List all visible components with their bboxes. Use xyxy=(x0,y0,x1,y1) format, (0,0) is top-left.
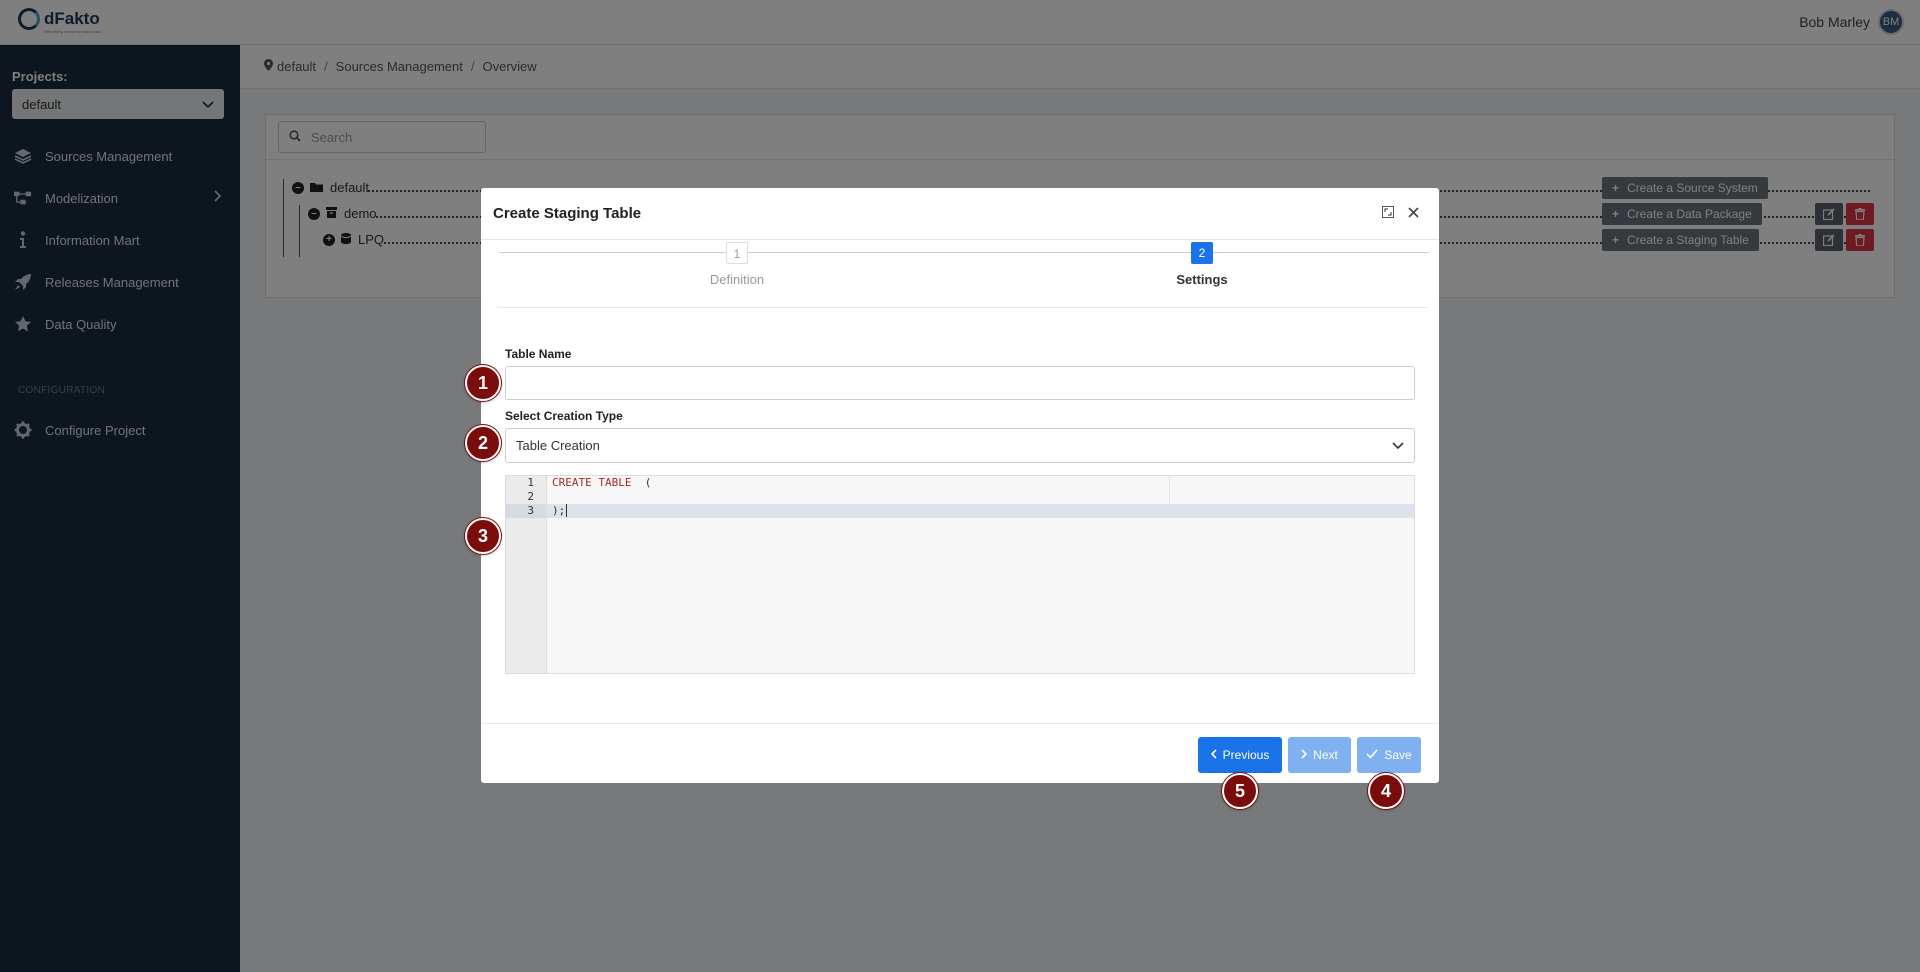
modal-footer: Previous Next Save xyxy=(481,723,1439,783)
button-label: Next xyxy=(1313,748,1338,762)
table-name-input[interactable] xyxy=(505,366,1415,400)
step-number: 1 xyxy=(726,242,748,264)
line-number: 3 xyxy=(506,504,546,518)
annotation-badge-2: 2 xyxy=(465,425,501,461)
wizard-steps: 1 Definition 2 Settings xyxy=(497,240,1429,308)
annotation-badge-1: 1 xyxy=(465,365,501,401)
close-icon[interactable] xyxy=(1408,205,1419,222)
creation-type-label: Select Creation Type xyxy=(505,409,623,423)
next-button[interactable]: Next xyxy=(1288,737,1351,773)
annotation-badge-3: 3 xyxy=(465,518,501,554)
code-line: CREATE TABLE ( xyxy=(552,476,652,489)
chevron-right-icon xyxy=(1301,748,1308,762)
annotation-badge-4: 4 xyxy=(1368,773,1404,809)
steps-line xyxy=(499,252,1429,253)
step-definition[interactable]: 1 Definition xyxy=(677,242,797,287)
save-button[interactable]: Save xyxy=(1357,737,1421,773)
modal-title: Create Staging Table xyxy=(493,205,642,222)
maximize-icon[interactable] xyxy=(1382,205,1394,222)
step-label: Settings xyxy=(1176,272,1228,287)
code-line-active: ); xyxy=(547,504,1414,518)
creation-type-value: Table Creation xyxy=(516,438,600,453)
step-label: Definition xyxy=(709,272,765,287)
line-number: 2 xyxy=(527,490,534,503)
step-number: 2 xyxy=(1191,242,1213,264)
print-margin xyxy=(1169,476,1170,518)
sql-code-editor[interactable]: 1 2 3 CREATE TABLE ( ); xyxy=(505,475,1415,674)
editor-content[interactable]: CREATE TABLE ( ); xyxy=(547,476,1414,518)
modal-header: Create Staging Table xyxy=(481,188,1439,240)
button-label: Save xyxy=(1384,748,1412,762)
step-settings[interactable]: 2 Settings xyxy=(1142,242,1262,287)
chevron-down-icon xyxy=(1392,438,1404,453)
annotation-badge-5: 5 xyxy=(1222,773,1258,809)
creation-type-select[interactable]: Table Creation xyxy=(505,428,1415,463)
check-icon xyxy=(1366,748,1378,762)
previous-button[interactable]: Previous xyxy=(1198,737,1282,773)
table-name-label: Table Name xyxy=(505,347,572,361)
chevron-left-icon xyxy=(1210,748,1217,762)
editor-gutter: 1 2 3 xyxy=(506,476,547,673)
line-number: 1 xyxy=(506,476,546,490)
button-label: Previous xyxy=(1222,748,1270,762)
create-staging-table-modal: Create Staging Table 1 Definition 2 Sett… xyxy=(481,188,1439,783)
